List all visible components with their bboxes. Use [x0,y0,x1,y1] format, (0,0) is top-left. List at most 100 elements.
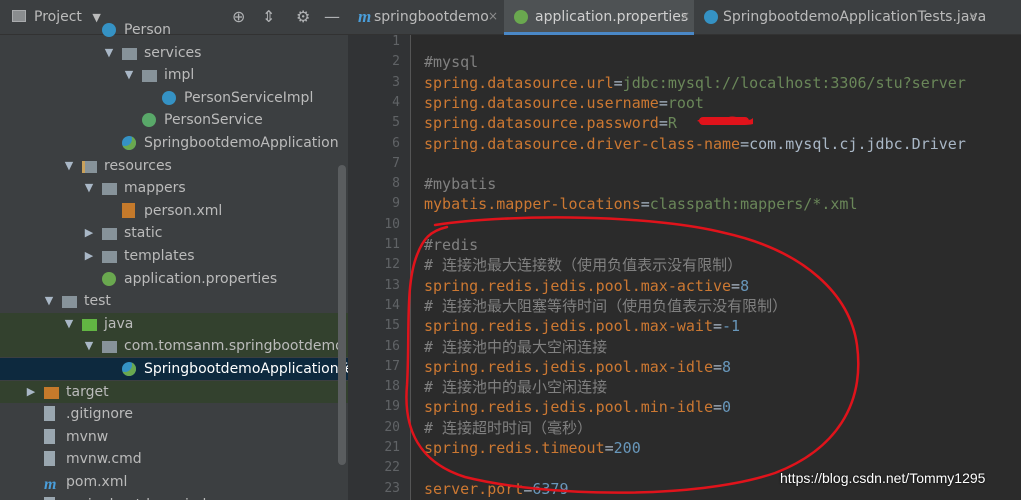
code-token: spring.datasource.url [424,73,614,92]
line-number: 14 [384,297,400,313]
tree-item[interactable]: PersonServiceImpl [0,87,348,109]
chevron-down-icon[interactable]: ▼ [82,179,96,197]
code-line: #mysql [424,52,478,72]
interface-icon [142,112,160,128]
tab-springbootdemo-application-tests[interactable]: SpringbootdemoApplicationTests.java × [696,0,986,35]
spring-class-glyph [122,362,136,376]
tree-item-label: mvnw.cmd [66,451,142,468]
tree-item[interactable]: .gitignore [0,403,348,425]
folder-icon [102,225,120,241]
tree-item-label: target [66,383,109,400]
folder-glyph [102,228,117,241]
maven-icon: m [358,7,372,26]
excluded-folder-icon [44,384,62,400]
tree-item[interactable]: ▼ impl [0,64,348,86]
tree-item[interactable]: springbootdemo.iml [0,494,348,500]
chevron-right-icon[interactable]: ▶ [82,247,96,265]
line-number: 5 [392,115,400,131]
tree-item-label: application.properties [124,270,278,287]
chevron-down-icon[interactable]: ▼ [42,292,56,310]
tab-springbootdemo[interactable]: m springbootdemo × [348,0,500,35]
tree-item-label: services [144,44,202,61]
line-number: 10 [384,216,400,232]
tree-item[interactable]: ▼ test [0,290,348,312]
tree-item[interactable]: mvnw.cmd [0,448,348,470]
chevron-down-icon[interactable]: ▼ [122,66,136,84]
tree-item[interactable]: person.xml [0,200,348,222]
code-token: = [658,114,668,133]
tree-item[interactable]: ▶ static [0,222,348,244]
code-token: mybatis.mapper-locations [424,195,641,214]
chevron-down-icon[interactable]: ▼ [102,44,116,62]
tree-item-label: SpringbootdemoApplicationTests [144,361,348,377]
code-token: R [667,114,677,133]
tree-item[interactable]: application.properties [0,268,348,290]
tree-scrollbar[interactable] [338,165,346,465]
chevron-down-icon[interactable]: ▼ [62,157,76,175]
line-number: 9 [392,196,400,212]
tree-item-label: impl [164,67,195,84]
tab-label: SpringbootdemoApplicationTests.java [723,9,987,25]
tree-item-label: PersonService [164,112,263,129]
tree-item-label: templates [124,248,195,264]
tree-item-label: java [104,315,134,332]
close-icon[interactable]: × [488,9,498,23]
code-token: root [667,93,704,112]
line-number: 21 [384,440,400,455]
line-number: 1 [392,34,400,49]
code-token: #mybatis [424,175,497,194]
code-line: spring.datasource.url=jdbc:mysql://local… [424,73,966,93]
line-number: 13 [384,277,400,293]
tree-item[interactable]: SpringbootdemoApplication [0,132,348,154]
tab-label: application.properties [535,9,689,25]
tree-item[interactable]: ▼ java [0,312,348,335]
folder-icon [102,248,120,264]
annotation-stroke [405,216,860,494]
tree-item-label: resources [104,157,172,174]
line-number: 17 [384,358,400,374]
maven-file-icon: m [44,474,62,493]
tree-item[interactable]: mvnw [0,426,348,448]
code-line: spring.datasource.driver-class-name=com.… [424,134,966,154]
maven-file-glyph: m [44,476,57,493]
tree-item[interactable]: PersonService [0,109,348,131]
tab-application-properties[interactable]: application.properties × [504,0,694,35]
project-tool-window: Project ▼ ⊕ ⇕ ⚙ — Person ▼ services ▼ impl Pe… [0,0,348,500]
folder-icon [102,180,120,196]
tree-item[interactable]: m pom.xml [0,471,348,493]
tree-item[interactable]: ▼ mappers [0,177,348,199]
resources-folder-glyph [82,160,97,173]
folder-icon [142,67,160,83]
code-token: spring.datasource.password [424,114,659,133]
tree-item[interactable]: ▶ templates [0,245,348,267]
line-number: 18 [384,379,400,395]
code-line: spring.datasource.password=R [424,113,677,133]
spring-class-icon [122,135,140,151]
tree-item-label: mvnw [66,428,109,445]
tree-item[interactable]: ▼ com.tomsanm.springbootdemo [0,335,348,358]
line-number: 20 [384,419,400,435]
tab-label: springbootdemo [374,9,489,25]
close-icon[interactable]: × [680,9,690,23]
folder-glyph [122,47,137,60]
xml-file-glyph [122,202,135,218]
text-file-icon [44,428,62,445]
text-file-icon [44,406,62,422]
tree-item[interactable]: ▶ target [0,380,348,403]
folder-icon [122,45,140,61]
tree-item[interactable]: Person [0,19,348,41]
properties-file-glyph [102,271,116,286]
resources-folder-icon [82,158,100,174]
folder-glyph [102,183,117,196]
chevron-right-icon[interactable]: ▶ [82,224,96,242]
text-file-glyph [44,406,55,422]
chevron-right-icon[interactable]: ▶ [24,383,38,401]
close-icon[interactable]: × [968,9,978,23]
chevron-down-icon[interactable]: ▼ [62,315,76,333]
spring-class-icon [704,10,718,24]
tree-item[interactable]: ▼ resources [0,155,348,177]
code-token: = [740,134,750,153]
chevron-down-icon[interactable]: ▼ [82,337,96,355]
tree-item[interactable]: ▼ services [0,42,348,64]
tree-item[interactable]: SpringbootdemoApplicationTests [0,358,348,380]
